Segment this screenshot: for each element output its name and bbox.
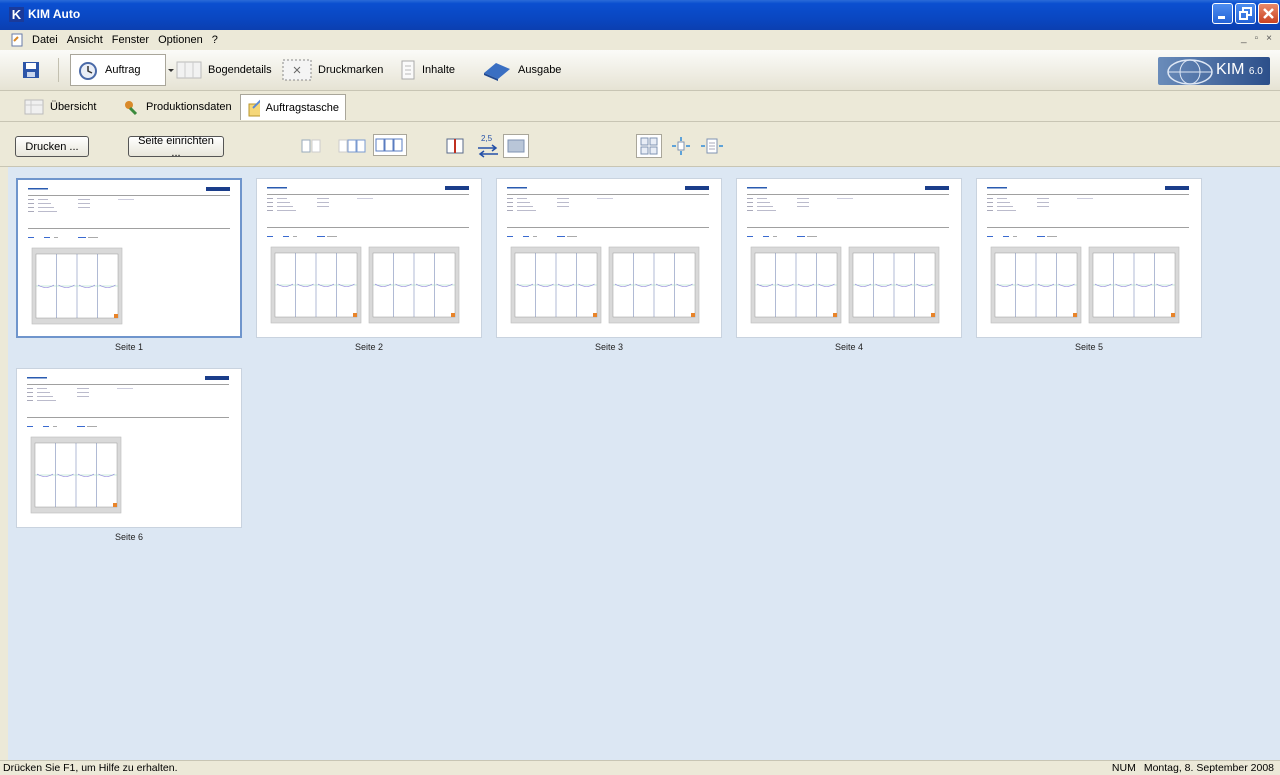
close-button[interactable] [1258,3,1279,24]
page-label: Seite 6 [114,532,144,542]
page-preview-image [267,186,469,324]
save-icon [23,62,39,78]
window-title: KIM Auto [28,7,81,21]
center-arrows-icon[interactable] [670,136,692,156]
page-preview-image [987,186,1189,324]
page-thumbnail[interactable] [736,178,962,338]
druckmarken-button[interactable]: Druckmarken [282,54,383,86]
menu-help[interactable]: ? [212,34,218,46]
page-thumbnail[interactable] [16,368,242,528]
auftrag-button[interactable]: Auftrag [70,54,166,86]
overview-icon [24,99,44,115]
status-bar: Drücken Sie F1, um Hilfe zu erhalten. NU… [0,760,1280,775]
close-icon [1263,8,1274,19]
page-thumbnail[interactable] [256,178,482,338]
view-tabs: Übersicht Produktionsdaten Auftragstasch… [0,91,1280,122]
fit-page-button[interactable] [503,134,529,158]
page-label: Seite 1 [114,342,144,352]
multi-page-view-button[interactable] [373,134,407,156]
print-marks-icon [282,59,312,81]
zoom-label: 2,5 [481,134,493,143]
document-icon [11,33,23,47]
menu-datei[interactable]: Datei [32,34,58,46]
output-icon [484,63,510,81]
page-preview-image [747,186,949,324]
status-num: NUM [1111,762,1136,774]
grid-view-button[interactable] [636,134,662,158]
book-view-icon[interactable] [445,136,465,156]
zoom-button[interactable]: 2,5 [476,134,500,158]
tab-uebersicht-label: Übersicht [50,101,97,113]
fit-page-icon [507,139,525,153]
tab-auftragstasche[interactable]: Auftragstasche [240,94,346,120]
tab-produktionsdaten-label: Produktionsdaten [146,101,232,113]
menu-fenster[interactable]: Fenster [112,34,149,46]
page-preview-image [28,187,230,325]
grid-view-icon [640,137,658,155]
drucken-button[interactable]: Drucken ... [15,136,89,157]
seite-einrichten-button[interactable]: Seite einrichten ... [128,135,224,159]
single-page-view-icon[interactable] [300,138,322,154]
menu-optionen[interactable]: Optionen [158,34,203,46]
page-label: Seite 5 [1074,342,1104,352]
ausgabe-label: Ausgabe [518,64,562,76]
app-icon: K [9,7,24,22]
inhalte-button[interactable]: Inhalte [400,54,455,86]
druckmarken-label: Druckmarken [318,64,384,76]
main-toolbar: Auftrag Bogendetails Druckmarken Inhalte… [0,50,1280,91]
chevron-down-icon [168,69,174,72]
bogendetails-label: Bogendetails [208,64,272,76]
fit-width-icon[interactable] [700,136,724,156]
status-help-text: Drücken Sie F1, um Hilfe zu erhalten. [3,762,178,774]
auftrag-label: Auftrag [105,64,141,76]
ausgabe-button[interactable]: Ausgabe [482,54,561,86]
save-button[interactable] [22,54,40,86]
mdi-minimize-icon[interactable]: _ [1241,33,1247,44]
page-thumbnail[interactable] [496,178,722,338]
tab-auftragstasche-label: Auftragstasche [265,101,339,114]
two-page-view-icon[interactable] [337,138,367,154]
minimize-icon [1218,16,1225,19]
status-date: Montag, 8. September 2008 [1143,762,1274,774]
clock-icon [79,62,97,80]
logo-text: KIM [1216,61,1245,78]
page-label: Seite 2 [354,342,384,352]
page-preview-image [507,186,709,324]
menu-ansicht[interactable]: Ansicht [67,34,103,46]
restore-icon [1239,7,1252,20]
contents-icon [401,60,415,80]
tab-uebersicht[interactable]: Übersicht [18,94,102,120]
job-folder-icon [248,99,260,116]
bogendetails-button[interactable]: Bogendetails [176,54,272,86]
print-preview-area: Seite 1 Seite 2 Seite 3 Seite 4 Seite 5 Seite… [8,167,1280,760]
page-label: Seite 4 [834,342,864,352]
minimize-button[interactable] [1212,3,1233,24]
restore-button[interactable] [1235,3,1256,24]
production-data-icon [125,101,138,116]
inhalte-label: Inhalte [422,64,456,76]
sheet-details-icon [176,61,202,79]
page-thumbnail[interactable] [976,178,1202,338]
mdi-restore-icon[interactable]: ▫ [1255,33,1259,44]
tab-produktionsdaten[interactable]: Produktionsdaten [116,94,238,120]
page-preview-image [27,376,229,514]
globe-logo-icon [1167,59,1213,85]
page-thumbnail[interactable] [16,178,242,338]
page-label: Seite 3 [594,342,624,352]
mdi-close-icon[interactable]: × [1266,33,1272,44]
logo-version: 6.0 [1248,66,1263,77]
title-bar: K KIM Auto [0,0,1280,30]
swap-arrows-icon [478,144,498,158]
print-preview-toolbar: Drucken ... Seite einrichten ... 2,5 [0,122,1280,167]
menu-bar: Datei Ansicht Fenster Optionen ? _ ▫ × [0,30,1280,50]
kim-logo: KIM 6.0 [1158,57,1270,85]
multi-page-view-icon [375,138,403,152]
